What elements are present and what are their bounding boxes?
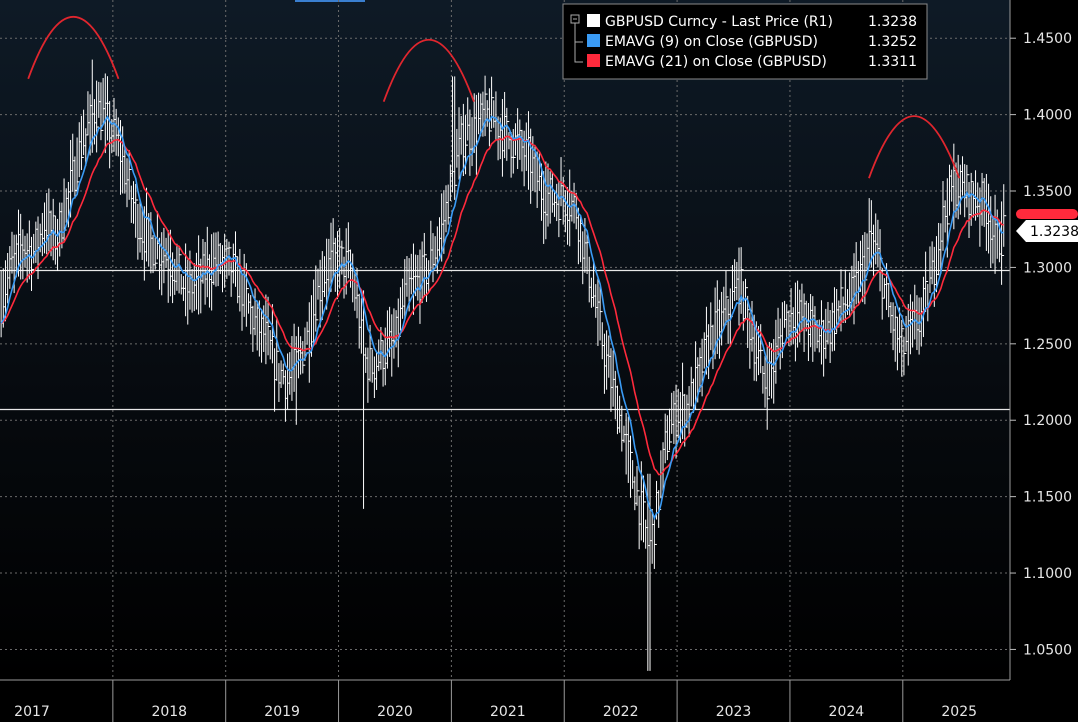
last-value-labels: 1.3238: [1016, 209, 1078, 243]
legend-value-ema21: 1.3311: [868, 54, 917, 70]
x-tick-label-4: 2021: [490, 704, 526, 720]
y-tick-label-7: 1.4000: [1023, 108, 1072, 124]
last-price-label: 1.3238: [1030, 224, 1078, 240]
y-tick-label-0: 1.0500: [1023, 642, 1072, 658]
legend-label-ema21: EMAVG (21) on Close (GBPUSD): [605, 54, 827, 70]
y-tick-label-1: 1.1000: [1023, 566, 1072, 582]
x-tick-label-5: 2022: [603, 704, 639, 720]
x-tick-label-6: 2023: [716, 704, 752, 720]
legend-swatch-ema9: [587, 34, 600, 47]
y-tick-label-6: 1.3500: [1023, 184, 1072, 200]
x-tick-label-8: 2025: [941, 704, 977, 720]
x-tick-label-7: 2024: [829, 704, 865, 720]
legend-swatch-price: [587, 14, 600, 27]
y-tick-label-4: 1.2500: [1023, 337, 1072, 353]
legend-label-ema9: EMAVG (9) on Close (GBPUSD): [605, 34, 818, 50]
legend[interactable]: GBPUSD Curncy - Last Price (R1) 1.3238 E…: [562, 3, 928, 80]
legend-swatch-ema21: [587, 54, 600, 67]
legend-value-ema9: 1.3252: [868, 34, 917, 50]
y-tick-label-2: 1.1500: [1023, 490, 1072, 506]
ema21-last-marker: [1016, 209, 1078, 220]
y-tick-label-8: 1.4500: [1023, 31, 1072, 47]
gbpusd-chart: 1.0500 1.1000 1.1500 1.2000 1.2500 1.3000 1.35…: [0, 0, 1078, 722]
y-tick-label-5: 1.3000: [1023, 260, 1072, 276]
legend-value-price: 1.3238: [868, 14, 917, 30]
legend-label-price: GBPUSD Curncy - Last Price (R1): [605, 14, 833, 30]
x-tick-label-1: 2018: [151, 704, 187, 720]
x-tick-label-0: 2017: [14, 704, 50, 720]
x-tick-label-3: 2020: [377, 704, 413, 720]
x-tick-label-2: 2019: [264, 704, 300, 720]
y-tick-label-3: 1.2000: [1023, 413, 1072, 429]
